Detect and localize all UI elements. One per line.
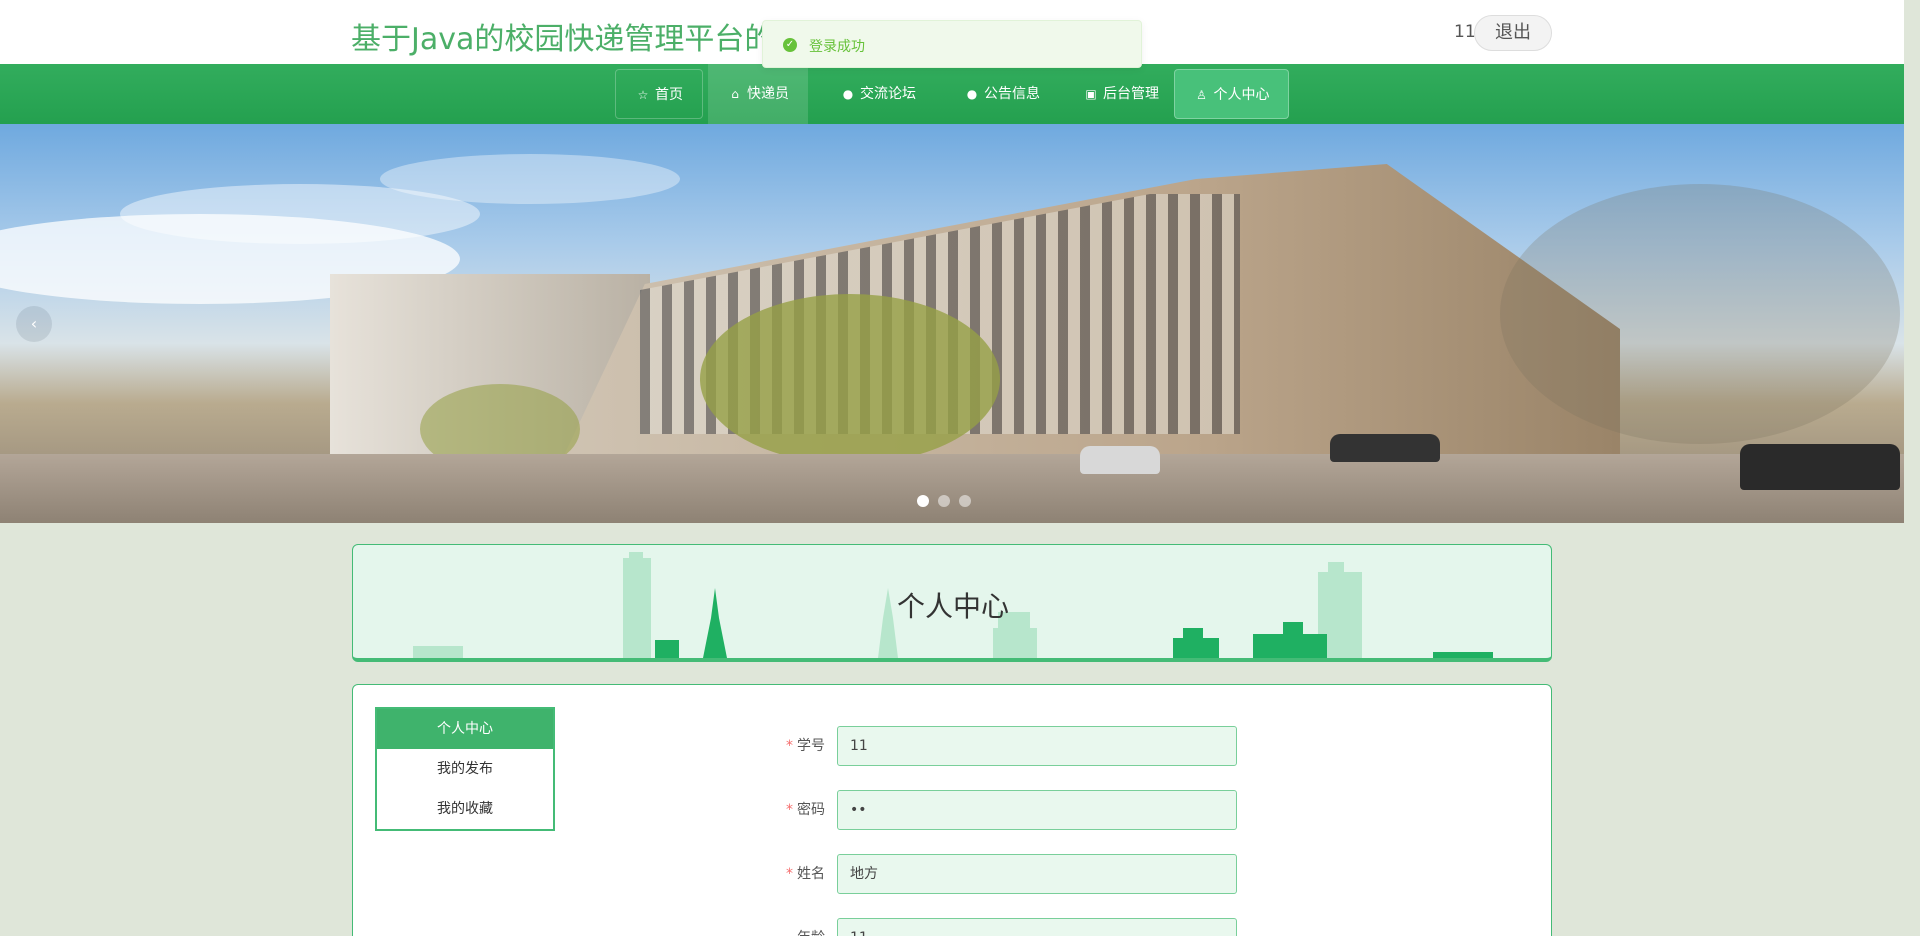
banner-car [1080,446,1160,474]
side-menu-item-my-favorites[interactable]: 我的收藏 [377,789,553,829]
briefcase-icon: ▣ [1085,87,1097,101]
nav-label: 交流论坛 [860,86,916,102]
password-input[interactable]: •• [837,790,1237,830]
form-label-text: 密码 [797,802,825,818]
form-label: 年龄 [725,918,825,936]
carousel-indicators [917,495,971,507]
nav-item-admin[interactable]: ▣ 后台管理 [1066,69,1176,119]
page-title-panel: 个人中心 [352,544,1552,662]
warning-icon: ● [966,87,978,101]
skyline-decoration: 个人中心 [413,552,1493,658]
success-check-icon: ✓ [783,38,797,52]
profile-side-menu: 个人中心 我的发布 我的收藏 [375,707,555,831]
nav-label: 首页 [655,87,683,103]
nav-label: 个人中心 [1213,87,1270,103]
banner-car [1740,444,1900,490]
info-icon: ● [842,87,854,101]
nav-item-forum[interactable]: ● 交流论坛 [818,69,938,119]
current-user-name: 11 [1454,22,1476,42]
carousel-dot[interactable] [959,495,971,507]
login-success-toast: ✓ 登录成功 [762,20,1142,68]
age-input[interactable]: 11 [837,918,1237,936]
banner-cloud [380,154,680,204]
banner-car [1330,434,1440,462]
nav-item-courier[interactable]: ⌂ 快递员 [708,64,808,124]
star-icon: ☆ [637,88,649,102]
banner-carousel: ‹ [0,124,1904,523]
logout-button[interactable]: 退出 [1474,15,1552,51]
form-label-text: 年龄 [797,930,825,936]
form-label: * 密码 [786,802,825,818]
side-menu-item-my-posts[interactable]: 我的发布 [377,749,553,789]
nav-item-notices[interactable]: ● 公告信息 [944,69,1060,119]
banner-ground [0,454,1904,523]
page-title: 个人中心 [897,591,1009,622]
form-label-text: 姓名 [797,866,825,882]
carousel-dot[interactable] [938,495,950,507]
nav-label: 公告信息 [984,86,1040,102]
carousel-prev-button[interactable]: ‹ [16,306,52,342]
banner-tree [1500,184,1900,444]
form-label: * 姓名 [786,866,825,882]
nav-label: 后台管理 [1103,86,1159,102]
name-input[interactable]: 地方 [837,854,1237,894]
side-menu-item-profile[interactable]: 个人中心 [377,709,553,749]
site-title: 基于Java的校园快递管理平台的设计与实现 [351,22,771,57]
form-label-text: 学号 [797,738,825,754]
nav-item-home[interactable]: ☆ 首页 [615,69,703,119]
main-nav: ☆ 首页 ⌂ 快递员 ● 交流论坛 ● 公告信息 ▣ 后台管理 ♙ 个人中心 [0,64,1904,124]
bag-icon: ⌂ [731,87,739,101]
student-id-input[interactable]: 11 [837,726,1237,766]
user-icon: ♙ [1196,88,1207,102]
nav-label: 快递员 [747,86,789,102]
form-label: * 学号 [786,738,825,754]
nav-item-profile[interactable]: ♙ 个人中心 [1174,69,1289,119]
profile-content: 个人中心 我的发布 我的收藏 *学号 11 *密码 •• *姓名 地方 年龄 1… [352,684,1552,936]
toast-message: 登录成功 [809,39,865,55]
banner-tree [700,294,1000,464]
carousel-dot[interactable] [917,495,929,507]
